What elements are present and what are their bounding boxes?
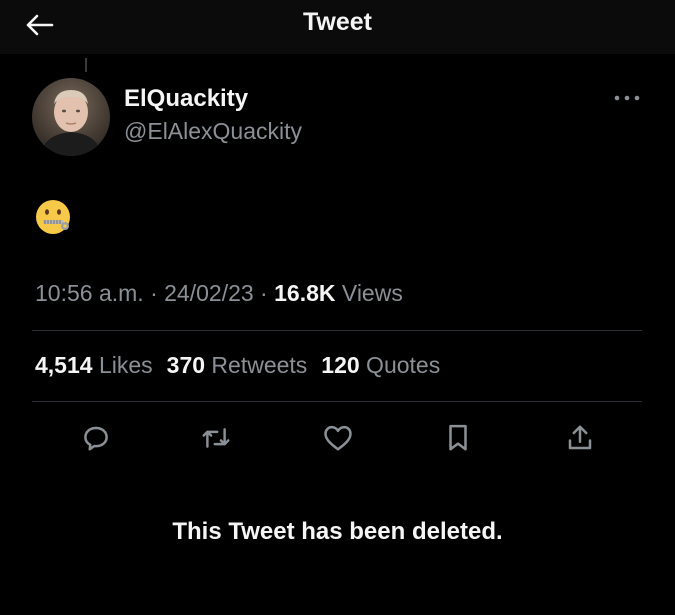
separator-dot: · xyxy=(253,280,275,306)
bookmark-button[interactable] xyxy=(438,418,478,458)
tweet-date: 24/02/23 xyxy=(164,280,254,306)
reply-icon xyxy=(84,426,108,451)
quotes-stat[interactable]: 120 Quotes xyxy=(321,352,440,379)
reply-button[interactable] xyxy=(76,418,116,458)
views-label: Views xyxy=(335,280,403,306)
more-dots-icon xyxy=(614,95,640,101)
likes-stat[interactable]: 4,514 Likes xyxy=(35,352,153,379)
zipper-mouth-face-icon xyxy=(36,200,70,234)
divider xyxy=(32,330,642,331)
divider xyxy=(32,401,642,402)
page-title: Tweet xyxy=(303,8,372,36)
like-button[interactable] xyxy=(318,418,358,458)
engagement-stats: 4,514 Likes 370 Retweets 120 Quotes xyxy=(35,352,440,379)
deleted-tweet-notice: This Tweet has been deleted. xyxy=(172,518,503,545)
tweet-metadata: 10:56 a.m. · 24/02/23 · 16.8K Views xyxy=(35,280,403,307)
top-bar: Tweet xyxy=(0,0,675,54)
share-button[interactable] xyxy=(560,418,600,458)
separator-dot: · xyxy=(143,280,165,306)
views-count: 16.8K xyxy=(274,280,336,306)
bookmark-icon xyxy=(449,424,467,451)
retweet-icon xyxy=(202,428,230,448)
likes-count: 4,514 xyxy=(35,352,93,378)
retweets-label: Retweets xyxy=(205,352,308,378)
display-name[interactable]: ElQuackity xyxy=(124,85,248,113)
more-options-button[interactable] xyxy=(610,88,644,108)
quotes-label: Quotes xyxy=(359,352,441,378)
likes-label: Likes xyxy=(92,352,153,378)
quotes-count: 120 xyxy=(321,352,360,378)
retweet-button[interactable] xyxy=(196,418,236,458)
user-avatar-icon xyxy=(32,78,110,156)
heart-icon xyxy=(324,425,352,451)
tweet-time: 10:56 a.m. xyxy=(35,280,144,306)
share-icon xyxy=(568,425,592,450)
thread-connector-line xyxy=(85,58,87,72)
tweet-content-emoji xyxy=(34,198,72,236)
avatar[interactable] xyxy=(32,78,110,156)
user-handle[interactable]: @ElAlexQuackity xyxy=(124,118,302,145)
retweets-stat[interactable]: 370 Retweets xyxy=(167,352,308,379)
retweets-count: 370 xyxy=(166,352,206,378)
